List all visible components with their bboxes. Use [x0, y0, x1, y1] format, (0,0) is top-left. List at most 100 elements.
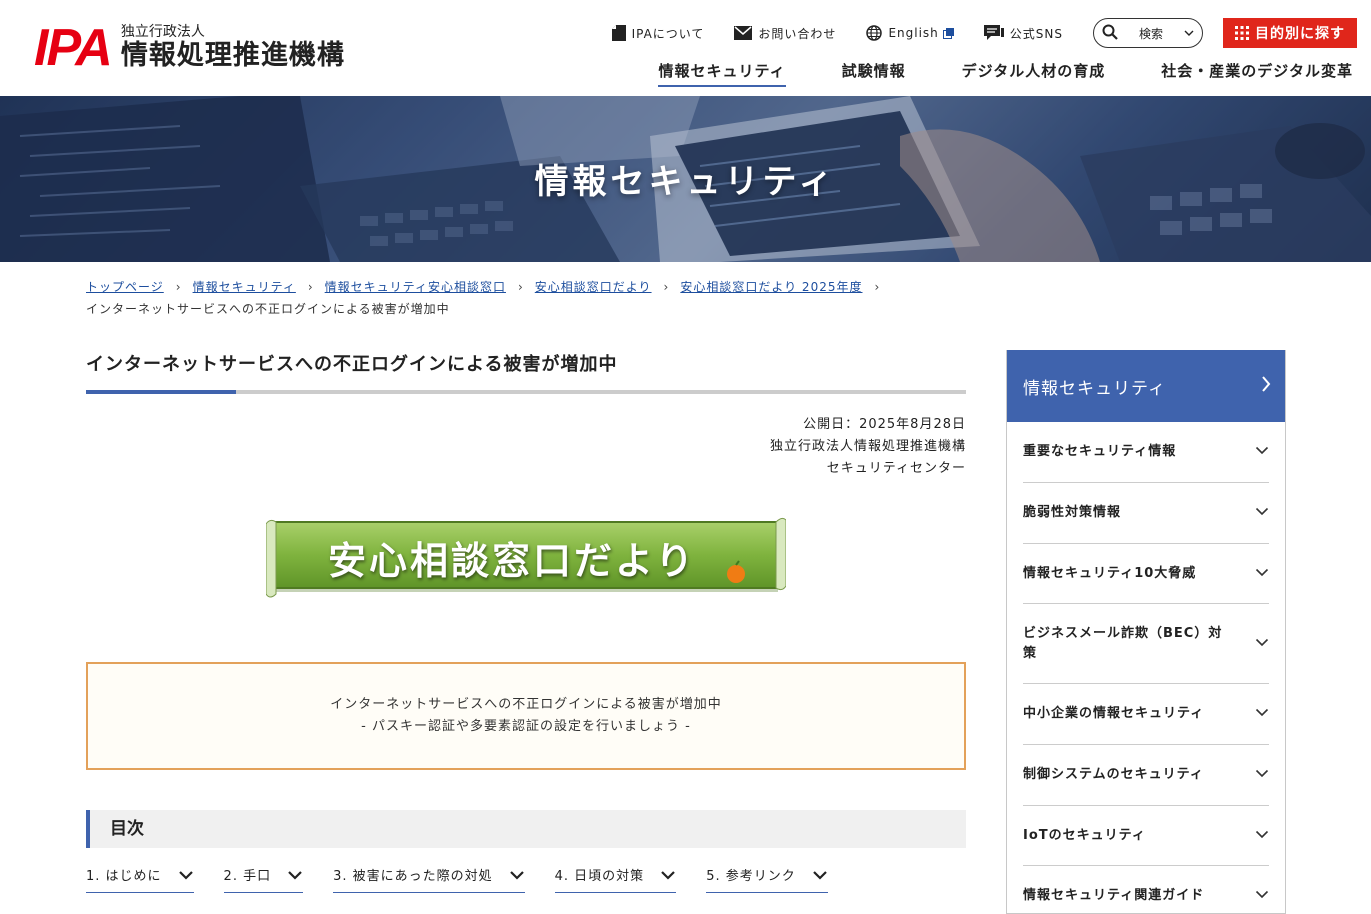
util-link-english[interactable]: English: [866, 25, 954, 41]
toc-heading: 目次: [86, 810, 966, 848]
logo-sub: 独立行政法人: [120, 24, 205, 40]
breadcrumb-separator-icon: ›: [307, 280, 313, 294]
chevron-down-icon: [812, 870, 828, 880]
toc-item-label: 4. 日頃の対策: [554, 869, 645, 884]
util-link-label: IPAについて: [631, 26, 705, 41]
sidebar-item-ics[interactable]: 制御システムのセキュリティ: [1023, 745, 1269, 806]
site-logo[interactable]: IPA 独立行政法人 情報処理推進機構: [34, 22, 345, 74]
toc-item-links[interactable]: 5. 参考リンク: [706, 865, 828, 893]
globe-icon: [866, 25, 883, 41]
sidebar-item-label: 重要なセキュリティ情報: [1023, 444, 1177, 459]
nav-item-digital-talent[interactable]: デジタル人材の育成: [962, 60, 1106, 87]
main-content: インターネットサービスへの不正ログインによる被害が増加中 公開日：2025年8月…: [86, 350, 966, 893]
nav-item-dx[interactable]: 社会・産業のデジタル変革: [1161, 60, 1353, 87]
breadcrumb-current: インターネットサービスへの不正ログインによる被害が増加中: [86, 302, 450, 316]
sidebar-item-label: 情報セキュリティ関連ガイド: [1023, 888, 1205, 903]
nav-item-exam[interactable]: 試験情報: [842, 60, 906, 87]
mail-icon: [734, 26, 753, 40]
nav-item-security[interactable]: 情報セキュリティ: [658, 60, 786, 87]
logo-main: 情報処理推進機構: [120, 40, 345, 71]
breadcrumb-link-consult[interactable]: 情報セキュリティ安心相談窓口: [325, 280, 506, 294]
breadcrumb-link-newsletter-2025[interactable]: 安心相談窓口だより 2025年度: [680, 280, 862, 294]
orange-fruit-icon: [727, 565, 745, 583]
breadcrumb-link-top[interactable]: トップページ: [86, 280, 164, 294]
breadcrumb-separator-icon: ›: [874, 280, 880, 294]
grid-icon: [1235, 26, 1249, 40]
search-toggle[interactable]: 検索: [1093, 18, 1203, 48]
util-link-sns[interactable]: 公式SNS: [983, 25, 1063, 42]
util-link-label: 公式SNS: [1009, 26, 1063, 41]
sidebar-heading-link[interactable]: 情報セキュリティ: [1007, 350, 1285, 422]
sidebar-item-top10[interactable]: 情報セキュリティ10大脅威: [1023, 544, 1269, 604]
sidebar-item-bec[interactable]: ビジネスメール詐欺（BEC）対策: [1023, 604, 1269, 684]
hero-banner: 情報セキュリティ: [0, 96, 1371, 262]
chevron-down-icon: [660, 870, 676, 880]
chevron-down-icon: [1255, 826, 1269, 846]
sidebar-item-label: 情報セキュリティ10大脅威: [1023, 565, 1197, 581]
breadcrumb-link-newsletter[interactable]: 安心相談窓口だより: [535, 280, 652, 294]
notice-line-2: - パスキー認証や多要素認証の設定を行いましょう -: [361, 719, 691, 734]
main-nav: 情報セキュリティ 試験情報 デジタル人材の育成 社会・産業のデジタル変革: [602, 60, 1353, 87]
sidebar-item-label: IoTのセキュリティ: [1023, 827, 1146, 843]
toc-item-label: 2. 手口: [223, 869, 272, 884]
chevron-down-icon: [1184, 26, 1194, 40]
chevron-down-icon: [287, 870, 303, 880]
chevron-down-icon: [1255, 634, 1269, 654]
external-link-icon: [942, 27, 954, 39]
chevron-down-icon: [509, 870, 525, 880]
logo-text: 独立行政法人 情報処理推進機構: [121, 24, 345, 72]
toc-item-prevention[interactable]: 4. 日頃の対策: [554, 865, 677, 893]
article-meta: 公開日：2025年8月28日 独立行政法人情報処理推進機構 セキュリティセンター: [86, 414, 966, 480]
breadcrumb-link-security[interactable]: 情報セキュリティ: [193, 280, 296, 294]
sidebar: 情報セキュリティ 重要なセキュリティ情報 脆弱性対策情報 情報セキュリティ10大…: [1006, 350, 1286, 914]
purpose-button-label: 目的別に探す: [1255, 26, 1345, 42]
sidebar-item-guides[interactable]: 情報セキュリティ関連ガイド: [1023, 866, 1269, 914]
util-link-label: English: [888, 26, 939, 40]
sidebar-title: 情報セキュリティ: [1023, 378, 1166, 399]
chevron-down-icon: [1255, 704, 1269, 724]
newsletter-banner: 安心相談窓口だより: [265, 516, 787, 600]
sidebar-item-label: 中小企業の情報セキュリティ: [1023, 706, 1205, 721]
sidebar-item-vulnerability[interactable]: 脆弱性対策情報: [1023, 483, 1269, 544]
logo-mark: IPA: [34, 19, 113, 77]
chevron-down-icon: [1255, 442, 1269, 462]
util-link-about[interactable]: IPAについて: [611, 25, 705, 42]
notice-line-1: インターネットサービスへの不正ログインによる被害が増加中: [330, 697, 722, 712]
published-date: 公開日：2025年8月28日: [803, 417, 966, 432]
sidebar-item-iot[interactable]: IoTのセキュリティ: [1023, 806, 1269, 866]
document-icon: [611, 25, 626, 41]
chevron-down-icon: [1255, 564, 1269, 584]
toc-item-methods[interactable]: 2. 手口: [223, 865, 304, 893]
chevron-right-icon: [1261, 375, 1271, 398]
toc-item-label: 1. はじめに: [86, 869, 162, 884]
sidebar-item-important[interactable]: 重要なセキュリティ情報: [1023, 422, 1269, 483]
banner-text: 安心相談窓口だより: [328, 539, 697, 583]
toc-item-intro[interactable]: 1. はじめに: [86, 865, 194, 893]
chevron-down-icon: [178, 870, 194, 880]
chevron-down-icon: [1255, 765, 1269, 785]
chevron-down-icon: [1255, 886, 1269, 906]
sidebar-item-sme[interactable]: 中小企業の情報セキュリティ: [1023, 684, 1269, 745]
breadcrumb-separator-icon: ›: [517, 280, 523, 294]
site-header: IPA 独立行政法人 情報処理推進機構 IPAについて お問い合わせ Engli…: [0, 0, 1371, 96]
sidebar-item-label: 脆弱性対策情報: [1023, 505, 1122, 520]
notice-box: インターネットサービスへの不正ログインによる被害が増加中 - パスキー認証や多要…: [86, 662, 966, 770]
sidebar-item-label: ビジネスメール詐欺（BEC）対策: [1023, 625, 1223, 661]
utility-nav: IPAについて お問い合わせ English 公式SNS 検索 目的別に探す: [611, 18, 1357, 48]
toc-item-label: 5. 参考リンク: [706, 869, 796, 884]
purpose-search-button[interactable]: 目的別に探す: [1223, 18, 1357, 48]
chevron-down-icon: [1255, 503, 1269, 523]
breadcrumb: トップページ › 情報セキュリティ › 情報セキュリティ安心相談窓口 › 安心相談窓口だより…: [86, 276, 1286, 320]
search-label: 検索: [1138, 26, 1163, 41]
util-link-contact[interactable]: お問い合わせ: [734, 25, 836, 42]
search-icon: [1102, 24, 1118, 43]
toc-list: 1. はじめに 2. 手口 3. 被害にあった際の対処 4. 日頃の対策 5. …: [86, 865, 858, 893]
toc-item-response[interactable]: 3. 被害にあった際の対処: [333, 865, 525, 893]
breadcrumb-separator-icon: ›: [175, 280, 181, 294]
sidebar-item-label: 制御システムのセキュリティ: [1023, 767, 1204, 782]
page-title: インターネットサービスへの不正ログインによる被害が増加中: [86, 350, 966, 394]
toc-item-label: 3. 被害にあった際の対処: [333, 869, 493, 884]
sidebar-list: 重要なセキュリティ情報 脆弱性対策情報 情報セキュリティ10大脅威 ビジネスメー…: [1007, 422, 1285, 914]
breadcrumb-separator-icon: ›: [663, 280, 669, 294]
chat-icon: [983, 25, 1004, 41]
